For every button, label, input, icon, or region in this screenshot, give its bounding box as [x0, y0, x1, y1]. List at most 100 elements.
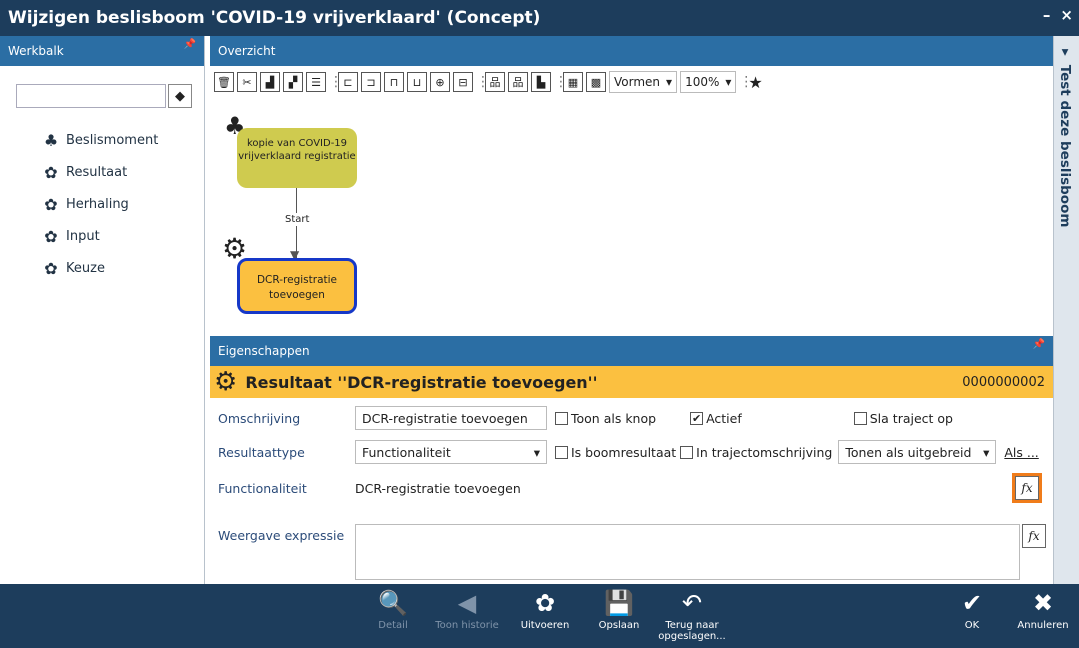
cut-button[interactable]: ✂ — [237, 72, 257, 92]
bottom-action-bar: 🔍 Detail ◀ Toon historie ✿ Uitvoeren 💾 Opsla… — [0, 584, 1079, 648]
node-root[interactable]: kopie van COVID-19 vrijverklaard registr… — [237, 128, 357, 188]
result-number: 0000000002 — [962, 374, 1045, 390]
overzicht-header: Overzicht — [210, 36, 1053, 66]
node-result[interactable]: DCR-registratie toevoegen — [237, 258, 357, 314]
terug-button[interactable]: ↶ Terug naar opgeslagen... — [657, 590, 727, 642]
close-icon[interactable]: × — [1060, 6, 1073, 24]
pin-icon[interactable]: 📌 — [1033, 339, 1045, 350]
weergave-fx-button[interactable]: fx — [1022, 524, 1046, 548]
toolbar-separator: ⋮ — [329, 74, 343, 90]
toon-historie-button[interactable]: ◀ Toon historie — [432, 590, 502, 631]
detail-button[interactable]: 🔍 Detail — [358, 590, 428, 631]
sla-traject-op-label: Sla traject op — [869, 410, 953, 426]
detail-label: Detail — [378, 620, 408, 631]
actief-checkbox[interactable]: ✔ Actief — [690, 411, 742, 426]
tool-label: Herhaling — [66, 196, 129, 212]
properties-button[interactable]: ☰ — [306, 72, 326, 92]
ok-label: OK — [964, 620, 980, 631]
toon-als-knop-label: Toon als knop — [571, 410, 657, 426]
checkbox-box — [680, 445, 694, 459]
grid-button[interactable]: ▦ — [563, 72, 583, 92]
layout-tree-2-button[interactable]: 品 — [508, 72, 528, 92]
paste-format-button[interactable]: ▞ — [283, 72, 303, 92]
omschrijving-label: Omschrijving — [218, 410, 301, 426]
resultaattype-label: Resultaattype — [218, 444, 305, 460]
toon-historie-label: Toon historie — [435, 620, 499, 631]
werkbalk-search: ◆ — [16, 84, 192, 108]
toolbar-separator: ⋮ — [554, 74, 568, 90]
annuleren-button[interactable]: ✖ Annuleren — [1008, 590, 1078, 631]
diagram-canvas[interactable]: ♣ kopie van COVID-19 vrijverklaard regis… — [210, 98, 1053, 328]
row-omschrijving: Omschrijving DCR-registratie toevoegen T… — [218, 406, 953, 430]
align-bottom-button[interactable]: ⊔ — [407, 72, 427, 92]
test-beslisboom-tab[interactable]: ▾ Test deze beslisboom — [1053, 36, 1079, 584]
resultaattype-value: Functionaliteit — [362, 444, 451, 460]
in-trajectomschrijving-label: In trajectomschrijving — [696, 444, 833, 460]
tool-herhaling[interactable]: ✿ Herhaling — [42, 188, 158, 220]
align-left-button[interactable]: ⊏ — [338, 72, 358, 92]
align-right-button[interactable]: ⊐ — [361, 72, 381, 92]
als-link[interactable]: Als ... — [1004, 445, 1038, 460]
fx-icon: fx — [1028, 529, 1040, 543]
tool-resultaat[interactable]: ✿ Resultaat — [42, 156, 158, 188]
row-resultaattype: Resultaattype Functionaliteit ▾ Is boomre… — [218, 440, 1039, 464]
zoom-dropdown[interactable]: 100% ▾ — [680, 71, 737, 93]
test-beslisboom-label: ▾ Test deze beslisboom — [1057, 44, 1073, 227]
layout-tree-3-button[interactable]: ▙ — [531, 72, 551, 92]
minimize-icon[interactable]: – — [1043, 6, 1051, 24]
copy-format-button[interactable]: ▟ — [260, 72, 280, 92]
eigenschappen-title: Eigenschappen — [218, 344, 310, 358]
pin-icon[interactable]: 📌 — [184, 39, 196, 50]
node-root-label: kopie van COVID-19 vrijverklaard registr… — [238, 138, 356, 162]
run-icon: ✿ — [534, 589, 556, 617]
eigenschappen-header: Eigenschappen 📌 — [210, 336, 1053, 366]
search-input[interactable] — [16, 84, 166, 108]
opslaan-label: Opslaan — [598, 620, 640, 631]
uitvoeren-button[interactable]: ✿ Uitvoeren — [510, 590, 580, 631]
tool-keuze[interactable]: ✿ Keuze — [42, 252, 158, 284]
row-weergave: Weergave expressie — [218, 528, 355, 543]
resultaattype-select[interactable]: Functionaliteit ▾ — [355, 440, 547, 464]
werkbalk-tools: ♣ Beslismoment ✿ Resultaat ✿ Herhaling ✿ Inp… — [42, 124, 158, 284]
annuleren-label: Annuleren — [1017, 620, 1069, 631]
align-center-button[interactable]: ⊕ — [430, 72, 450, 92]
omschrijving-value: DCR-registratie toevoegen — [362, 410, 528, 426]
ok-button[interactable]: ✔ OK — [937, 590, 1007, 631]
title-bar: Wijzigen beslisboom 'COVID-19 vrijverkla… — [0, 0, 1079, 36]
vormen-dropdown[interactable]: Vormen ▾ — [609, 71, 678, 93]
terug-label: Terug naar opgeslagen... — [658, 620, 726, 642]
werkbalk-title: Werkbalk — [8, 44, 64, 58]
tool-input[interactable]: ✿ Input — [42, 220, 158, 252]
opslaan-button[interactable]: 💾 Opslaan — [584, 590, 654, 631]
weergave-label: Weergave expressie — [218, 528, 345, 543]
favorite-icon[interactable]: ★ — [748, 73, 762, 92]
result-title: Resultaat ''DCR-registratie toevoegen'' — [245, 372, 598, 392]
tool-label: Beslismoment — [66, 132, 159, 148]
align-top-button[interactable]: ⊓ — [384, 72, 404, 92]
result-banner: ⚙ Resultaat ''DCR-registratie toevoegen'… — [210, 366, 1053, 398]
toolbar-separator: ⋮ — [476, 74, 490, 90]
uitvoeren-label: Uitvoeren — [520, 620, 570, 631]
tool-beslismoment[interactable]: ♣ Beslismoment — [42, 124, 158, 156]
checkmark-icon: ✔ — [690, 411, 704, 425]
is-boomresultaat-checkbox[interactable]: Is boomresultaat — [555, 445, 676, 460]
sla-traject-op-checkbox[interactable]: Sla traject op — [853, 410, 953, 426]
weergave-expressie-input[interactable] — [355, 524, 1020, 580]
diagram-toolbar: 🗑 ✂ ▟ ▞ ☰ ⋮ ⊏ ⊐ ⊓ ⊔ ⊕ ⊟ ⋮ 品 品 ▙ ⋮ ▦ ▩ Vo… — [214, 70, 763, 94]
layout-tree-button[interactable]: 品 — [485, 72, 505, 92]
functionaliteit-fx-button[interactable]: fx — [1012, 473, 1042, 503]
align-middle-button[interactable]: ⊟ — [453, 72, 473, 92]
delete-button[interactable]: 🗑 — [214, 72, 234, 92]
grid-2-button[interactable]: ▩ — [586, 72, 606, 92]
row-functionaliteit: Functionaliteit DCR-registratie toevoege… — [218, 473, 1042, 503]
is-boomresultaat-label: Is boomresultaat — [571, 444, 677, 460]
choice-icon: ✿ — [44, 258, 58, 278]
actief-label: Actief — [706, 410, 742, 426]
omschrijving-input[interactable]: DCR-registratie toevoegen — [355, 406, 547, 430]
toon-als-knop-checkbox[interactable]: Toon als knop — [555, 411, 656, 426]
in-trajectomschrijving-checkbox[interactable]: In trajectomschrijving — [680, 445, 832, 460]
tonen-als-select[interactable]: Tonen als uitgebreid ▾ — [838, 440, 997, 464]
test-beslisboom-text: Test deze beslisboom — [1057, 64, 1073, 228]
eraser-button[interactable]: ◆ — [168, 84, 192, 108]
input-icon: ✿ — [44, 226, 58, 246]
